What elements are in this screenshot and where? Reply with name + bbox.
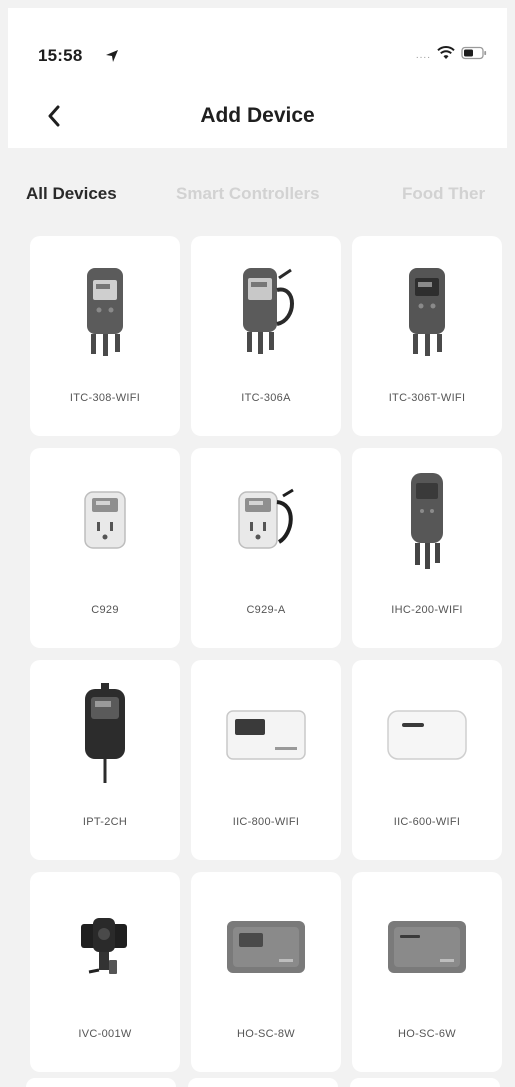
thermostat-controller-icon — [30, 250, 180, 370]
irrigation-controller-icon — [352, 674, 502, 794]
device-card[interactable]: ITC-308-WIFI — [30, 236, 180, 436]
device-card[interactable]: IPT-2CH — [30, 660, 180, 860]
device-name: C929 — [91, 604, 119, 616]
device-name: HO-SC-6W — [397, 1028, 456, 1040]
device-name: ITC-306T-WIFI — [388, 392, 466, 404]
smart-plug-icon — [30, 462, 180, 582]
device-name: HO-SC-8W — [236, 1028, 295, 1040]
device-card[interactable]: ITC-306A — [191, 236, 341, 436]
next-row-peek — [26, 1078, 506, 1087]
smart-plug-probe-icon — [191, 462, 341, 582]
inline-fan-icon — [30, 886, 180, 1006]
device-card[interactable]: ITC-306T-WIFI — [352, 236, 502, 436]
device-card[interactable]: IIC-600-WIFI — [352, 660, 502, 860]
device-card[interactable]: C929 — [30, 448, 180, 648]
plug-timer-icon — [30, 674, 180, 794]
device-card[interactable]: IVC-001W — [30, 872, 180, 1072]
thermostat-controller-icon — [352, 250, 502, 370]
irrigation-controller-icon — [191, 674, 341, 794]
device-name: C929-A — [246, 604, 286, 616]
device-name: ITC-308-WIFI — [69, 392, 141, 404]
sprinkler-controller-icon — [191, 886, 341, 1006]
device-grid: ITC-308-WIFI ITC-306A ITC-306T-WIFI C929… — [0, 0, 515, 1087]
device-card[interactable]: C929-A — [191, 448, 341, 648]
device-name: IIC-800-WIFI — [232, 816, 300, 828]
device-name: IIC-600-WIFI — [393, 816, 461, 828]
device-card[interactable]: IIC-800-WIFI — [191, 660, 341, 860]
device-card[interactable]: IHC-200-WIFI — [352, 448, 502, 648]
device-name: IVC-001W — [78, 1028, 132, 1040]
humidity-controller-icon — [352, 462, 502, 582]
thermostat-controller-probe-icon — [191, 250, 341, 370]
device-name: ITC-306A — [241, 392, 291, 404]
device-card[interactable]: HO-SC-8W — [191, 872, 341, 1072]
sprinkler-controller-icon — [352, 886, 502, 1006]
add-device-screen: 15:58 .... Add Device All Devices Smart … — [0, 0, 515, 1087]
device-name: IHC-200-WIFI — [391, 604, 463, 616]
device-card[interactable]: HO-SC-6W — [352, 872, 502, 1072]
device-name: IPT-2CH — [82, 816, 128, 828]
